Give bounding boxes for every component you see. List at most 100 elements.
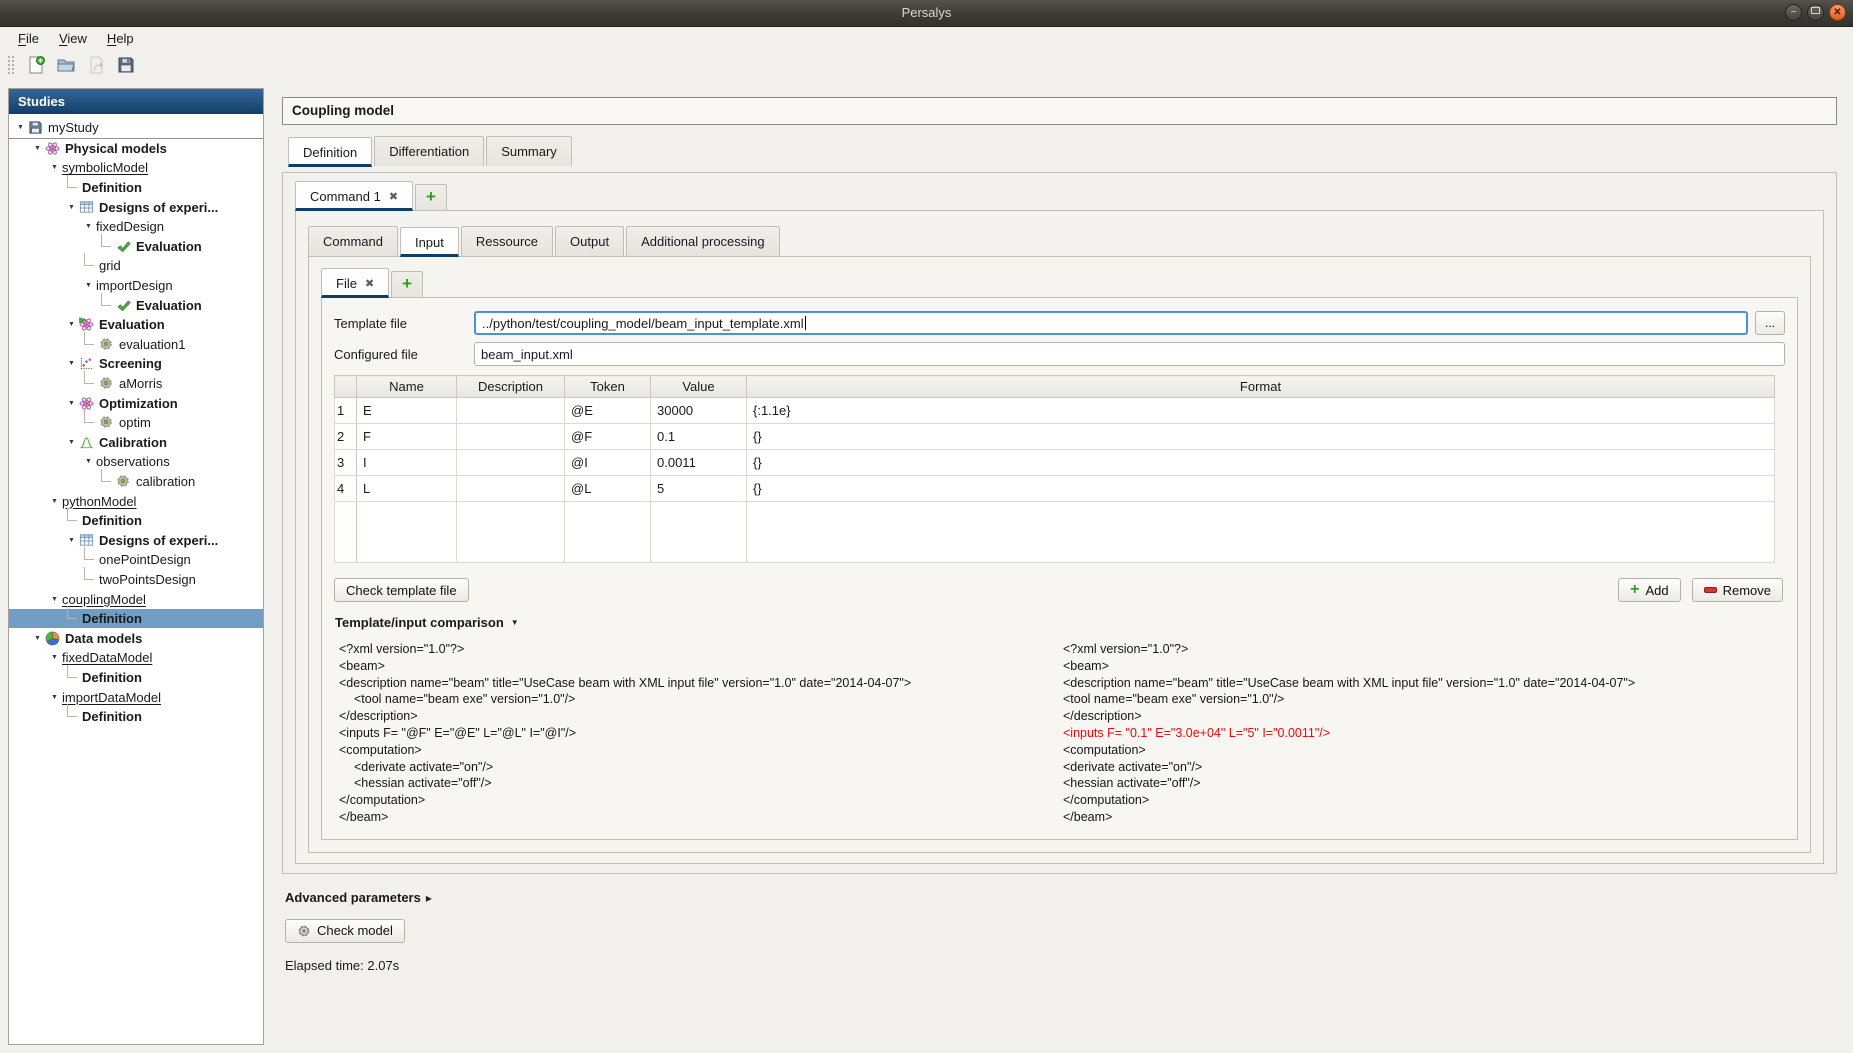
cell-name[interactable]: E	[357, 398, 457, 424]
cell-format[interactable]: {:1.1e}	[747, 398, 1775, 424]
new-study-button[interactable]	[22, 52, 49, 79]
check-model-button[interactable]: Check model	[285, 919, 405, 943]
cell-format[interactable]: {}	[747, 450, 1775, 476]
tree-item-optim[interactable]: optim	[9, 413, 263, 433]
open-study-button[interactable]	[52, 52, 79, 79]
tree-item-symbolicmodel[interactable]: ▼symbolicModel	[9, 158, 263, 178]
cell-token[interactable]: @E	[565, 398, 651, 424]
tree-item-pythonmodel[interactable]: ▼pythonModel	[9, 491, 263, 511]
tree-item-definition[interactable]: Definition	[9, 707, 263, 727]
tree-item-importdesign[interactable]: ▼importDesign	[9, 276, 263, 296]
command-tab-command-1[interactable]: Command 1✖	[295, 181, 413, 211]
tree-item-observations[interactable]: ▼observations	[9, 452, 263, 472]
expander-icon[interactable]: ▼	[49, 654, 60, 661]
tree-item-data-models[interactable]: ▼Data models	[9, 628, 263, 648]
section-tab-additional-processing[interactable]: Additional processing	[626, 226, 780, 256]
advanced-parameters-header[interactable]: Advanced parameters▸	[285, 890, 1837, 905]
cell-name[interactable]: L	[357, 476, 457, 502]
tree-item-evaluation1[interactable]: evaluation1	[9, 335, 263, 355]
menu-item-file[interactable]: File	[8, 28, 49, 49]
section-tab-ressource[interactable]: Ressource	[461, 226, 553, 256]
expander-icon[interactable]: ▼	[66, 204, 77, 211]
cell-description[interactable]	[457, 476, 565, 502]
cell-token[interactable]: @L	[565, 476, 651, 502]
expander-icon[interactable]: ▼	[49, 596, 60, 603]
cell-description[interactable]	[457, 424, 565, 450]
cell-description[interactable]	[457, 450, 565, 476]
template-file-input[interactable]: ../python/test/coupling_model/beam_input…	[474, 311, 1748, 335]
close-button[interactable]: ✕	[1829, 4, 1846, 21]
expander-icon[interactable]: ▼	[66, 439, 77, 446]
close-tab-icon[interactable]: ✖	[365, 277, 374, 290]
save-button[interactable]	[112, 52, 139, 79]
expander-icon[interactable]: ▼	[32, 145, 43, 152]
tree-item-designs-of-experi[interactable]: ▼Designs of experi...	[9, 197, 263, 217]
tree-item-definition[interactable]: Definition	[9, 668, 263, 688]
minimize-button[interactable]: −	[1785, 4, 1802, 21]
toolbar-handle[interactable]	[7, 55, 15, 75]
cell-value[interactable]: 5	[651, 476, 747, 502]
maximize-button[interactable]	[1807, 4, 1824, 21]
cell-description[interactable]	[457, 398, 565, 424]
check-template-file-button[interactable]: Check template file	[334, 578, 469, 602]
menu-item-view[interactable]: View	[49, 28, 97, 49]
cell-name[interactable]: I	[357, 450, 457, 476]
expander-icon[interactable]: ▼	[83, 458, 94, 465]
tree-item-mystudy[interactable]: ▼myStudy	[9, 118, 263, 139]
file-add-tab-button[interactable]: +	[391, 271, 423, 297]
tree-item-designs-of-experi[interactable]: ▼Designs of experi...	[9, 530, 263, 550]
section-tab-command[interactable]: Command	[308, 226, 398, 256]
tree-item-calibration[interactable]: ▼Calibration	[9, 433, 263, 453]
tree-item-evaluation[interactable]: ▼Evaluation	[9, 315, 263, 335]
expander-icon[interactable]: ▼	[15, 124, 26, 131]
cell-token[interactable]: @F	[565, 424, 651, 450]
section-tab-output[interactable]: Output	[555, 226, 624, 256]
tree-item-evaluation[interactable]: Evaluation	[9, 237, 263, 257]
expander-icon[interactable]: ▼	[49, 498, 60, 505]
tree-item-definition[interactable]: Definition	[9, 178, 263, 198]
tree-item-definition[interactable]: Definition	[9, 511, 263, 531]
expander-icon[interactable]: ▼	[83, 223, 94, 230]
add-button[interactable]: +Add	[1618, 578, 1680, 602]
expander-icon[interactable]: ▼	[66, 537, 77, 544]
tree-item-evaluation[interactable]: Evaluation	[9, 295, 263, 315]
tree-item-onepointdesign[interactable]: onePointDesign	[9, 550, 263, 570]
tree-item-amorris[interactable]: aMorris	[9, 374, 263, 394]
main-tab-differentiation[interactable]: Differentiation	[374, 136, 484, 166]
tree-item-physical-models[interactable]: ▼Physical models	[9, 139, 263, 159]
tree-item-fixeddatamodel[interactable]: ▼fixedDataModel	[9, 648, 263, 668]
expander-icon[interactable]: ▼	[66, 400, 77, 407]
cell-name[interactable]: F	[357, 424, 457, 450]
command-add-tab-button[interactable]: +	[415, 184, 447, 210]
cell-value[interactable]: 30000	[651, 398, 747, 424]
configured-file-input[interactable]: beam_input.xml	[474, 342, 1785, 366]
expander-icon[interactable]: ▼	[66, 321, 77, 328]
tree-item-importdatamodel[interactable]: ▼importDataModel	[9, 687, 263, 707]
tree-item-calibration[interactable]: calibration	[9, 472, 263, 492]
expander-icon[interactable]: ▼	[66, 360, 77, 367]
expander-icon[interactable]: ▼	[83, 282, 94, 289]
tree-item-fixeddesign[interactable]: ▼fixedDesign	[9, 217, 263, 237]
tree-item-couplingmodel[interactable]: ▼couplingModel	[9, 589, 263, 609]
expander-icon[interactable]: ▼	[49, 694, 60, 701]
tree-item-optimization[interactable]: ▼Optimization	[9, 393, 263, 413]
cell-format[interactable]: {}	[747, 424, 1775, 450]
remove-button[interactable]: Remove	[1692, 578, 1783, 602]
file-tab-file[interactable]: File✖	[321, 268, 389, 298]
section-tab-input[interactable]: Input	[400, 227, 459, 257]
main-tab-summary[interactable]: Summary	[486, 136, 572, 166]
tree-item-screening[interactable]: ▼Screening	[9, 354, 263, 374]
expander-icon[interactable]: ▼	[32, 635, 43, 642]
menu-item-help[interactable]: Help	[97, 28, 144, 49]
expander-icon[interactable]: ▼	[49, 164, 60, 171]
tree-item-definition[interactable]: Definition	[9, 609, 263, 629]
cell-token[interactable]: @I	[565, 450, 651, 476]
browse-button[interactable]: ...	[1755, 311, 1785, 335]
comparison-header[interactable]: Template/input comparison▼	[335, 615, 1787, 630]
close-tab-icon[interactable]: ✖	[389, 190, 398, 203]
cell-value[interactable]: 0.0011	[651, 450, 747, 476]
tree-item-twopointsdesign[interactable]: twoPointsDesign	[9, 570, 263, 590]
main-tab-definition[interactable]: Definition	[288, 137, 372, 167]
cell-format[interactable]: {}	[747, 476, 1775, 502]
cell-value[interactable]: 0.1	[651, 424, 747, 450]
